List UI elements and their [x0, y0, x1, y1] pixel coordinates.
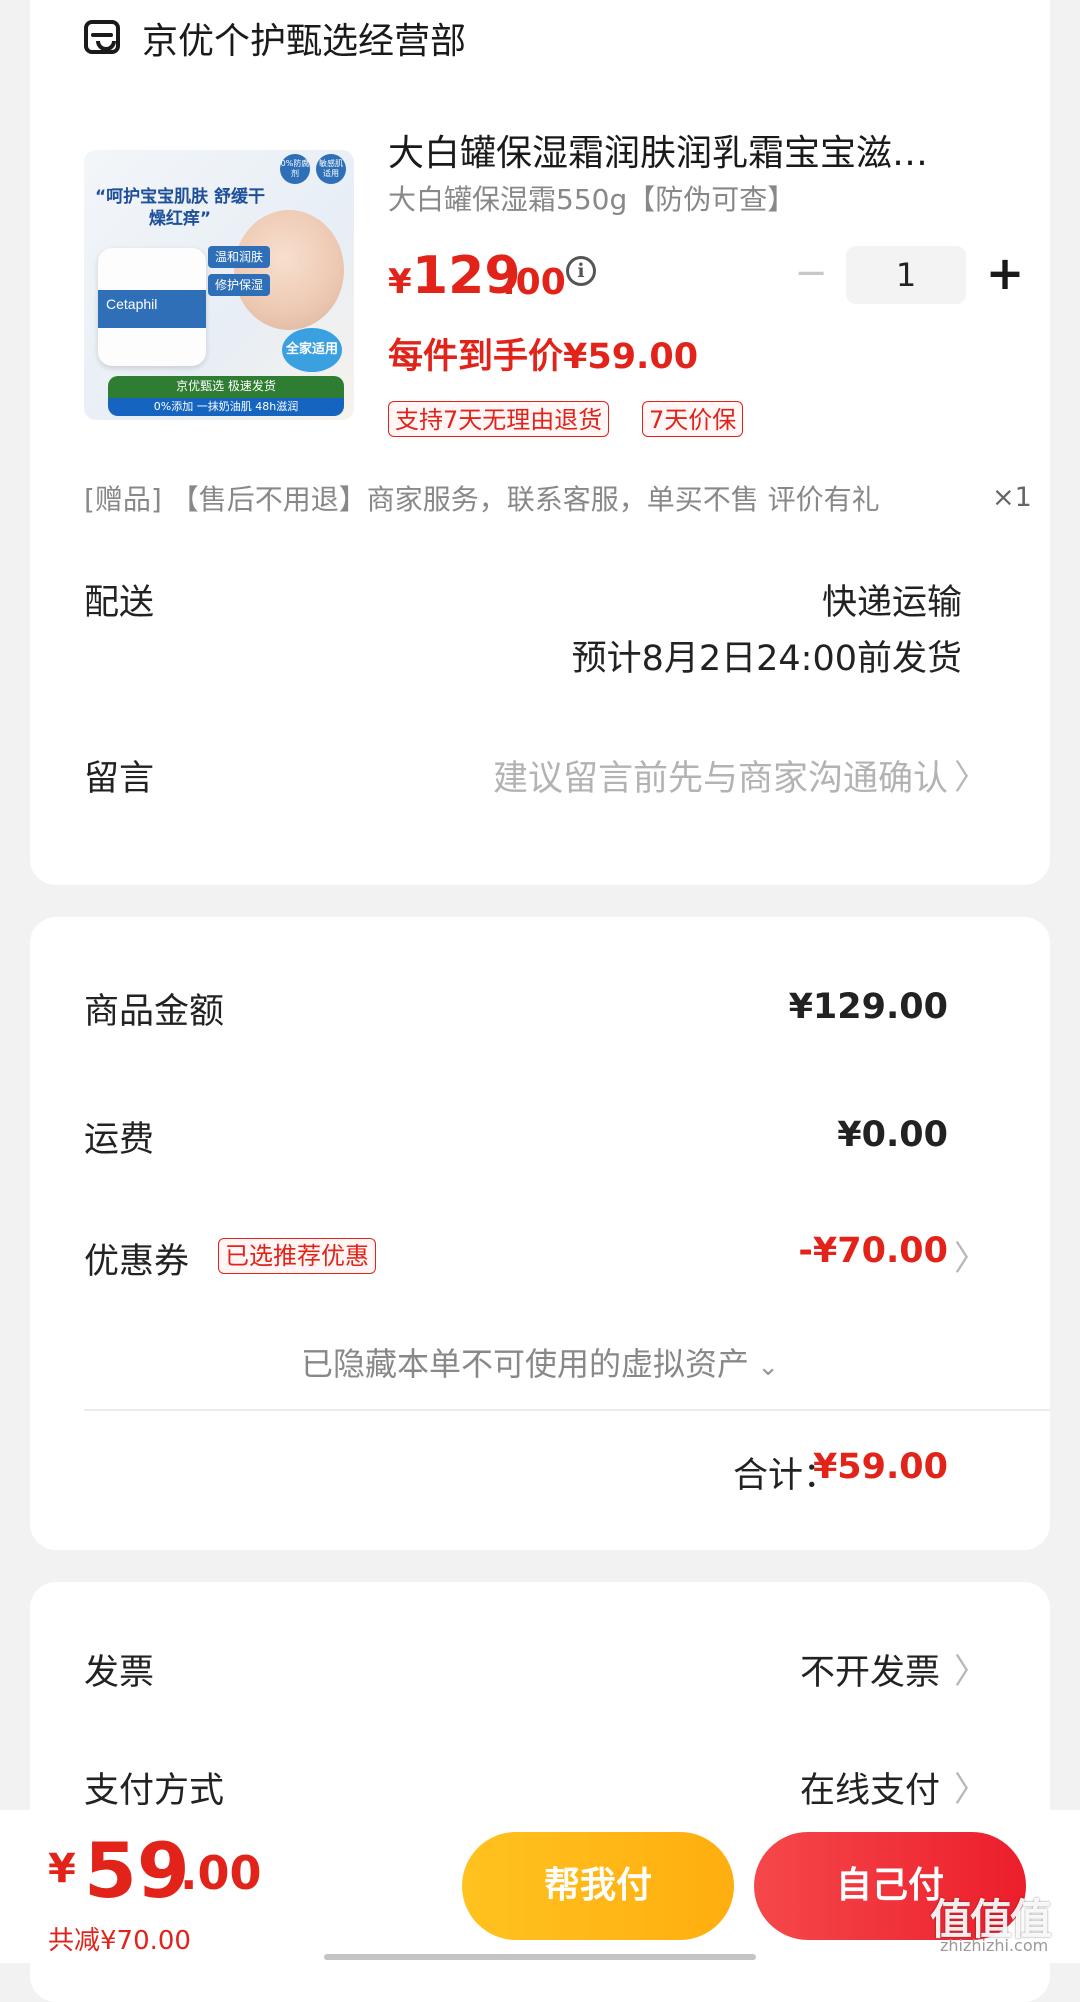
invoice-value[interactable]: 不开发票: [800, 1644, 940, 1695]
payment-method-value[interactable]: 在线支付: [800, 1762, 940, 1813]
image-mother-baby: [234, 210, 344, 330]
hidden-assets-toggle[interactable]: 已隐藏本单不可使用的虚拟资产 ⌄: [30, 1339, 1050, 1385]
coupon-value[interactable]: -¥70.00: [798, 1231, 948, 1271]
gift-quantity: ×1: [992, 482, 1032, 513]
delivery-label: 配送: [84, 583, 155, 623]
coupon-badge: 已选推荐优惠: [218, 1238, 376, 1274]
image-family-badge: 全家适用: [282, 328, 342, 372]
price-decimal: .00: [502, 262, 566, 303]
pay-for-me-button[interactable]: 帮我付: [462, 1832, 734, 1940]
checkout-bar: ¥ 59 .00 共减¥70.00 帮我付 自己付 值值值 zhizhizhi.…: [0, 1810, 1080, 1963]
chevron-right-icon[interactable]: 〉: [954, 1762, 988, 1811]
checkout-total-decimal: .00: [180, 1846, 262, 1900]
image-brand-logo: Cetaphil: [106, 296, 158, 312]
product-title[interactable]: 大白罐保湿霜润肤润乳霜宝宝滋…: [388, 124, 998, 176]
gift-item[interactable]: [赠品] 【售后不用退】商家服务，联系客服，单买不售 评价有礼: [84, 478, 880, 518]
divider: [84, 1409, 1050, 1411]
preservative-free-seal: 0%防腐剂: [280, 154, 310, 184]
checkout-total-integer: 59: [84, 1826, 190, 1915]
message-input[interactable]: 建议留言前先与商家沟通确认: [493, 750, 948, 801]
chevron-right-icon[interactable]: 〉: [954, 1644, 988, 1693]
delivery-eta: 预计8月2日24:00前发货: [571, 639, 962, 679]
goods-amount-label: 商品金额: [84, 992, 225, 1032]
payment-method-label: 支付方式: [84, 1771, 225, 1811]
goods-amount-value: ¥129.00: [788, 987, 948, 1027]
chevron-down-icon: ⌄: [748, 1352, 780, 1382]
shipping-value: ¥0.00: [837, 1115, 948, 1155]
delivery-method[interactable]: 快递运输: [822, 574, 962, 625]
sensitive-skin-seal: 敏感肌适用: [316, 154, 346, 184]
image-tag-moisturize: 温和润肤: [208, 246, 270, 268]
return-policy-tag: 支持7天无理由退货: [388, 401, 610, 437]
hidden-assets-text: 已隐藏本单不可使用的虚拟资产: [300, 1345, 749, 1383]
checkout-currency: ¥: [48, 1846, 76, 1892]
quantity-input[interactable]: 1: [846, 246, 966, 304]
checkout-saved[interactable]: 共减¥70.00: [48, 1920, 191, 1957]
chevron-right-icon[interactable]: 〉: [954, 1231, 988, 1280]
price-summary-card: 商品金额 ¥129.00 运费 ¥0.00 优惠券 已选推荐优惠 -¥70.00…: [30, 917, 1050, 1550]
watermark-url: zhizhizhi.com: [940, 1936, 1049, 1955]
shipping-label: 运费: [84, 1120, 155, 1160]
store-name[interactable]: 京优个护甄选经营部: [142, 12, 466, 64]
quantity-decrease-button[interactable]: −: [794, 253, 828, 293]
quantity-increase-button[interactable]: +: [982, 250, 1028, 296]
home-indicator: [324, 1954, 756, 1960]
unit-final-price: 每件到手价¥59.00: [388, 337, 699, 377]
image-headline: “呵护宝宝肌肤 舒缓干燥红痒”: [94, 187, 266, 229]
total-value: ¥59.00: [812, 1447, 948, 1487]
product-spec[interactable]: 大白罐保湿霜550g【防伪可查】: [388, 178, 795, 218]
info-icon[interactable]: i: [566, 256, 596, 286]
store-card: 京优个护甄选经营部 0%防腐剂 敏感肌适用 “呵护宝宝肌肤 舒缓干燥红痒” Ce…: [30, 0, 1050, 885]
invoice-label: 发票: [84, 1653, 155, 1693]
product-image[interactable]: 0%防腐剂 敏感肌适用 “呵护宝宝肌肤 舒缓干燥红痒” Cetaphil 温和润…: [84, 150, 354, 420]
price-symbol: ¥: [388, 262, 412, 302]
coupon-label: 优惠券: [84, 1242, 190, 1282]
store-icon: [84, 20, 120, 54]
image-banner-sub: 0%添加 一抹奶油肌 48h滋润: [108, 398, 344, 416]
message-label: 留言: [84, 759, 155, 799]
chevron-right-icon[interactable]: 〉: [954, 750, 988, 799]
image-tag-repair: 修护保湿: [208, 274, 270, 296]
price-protection-tag: 7天价保: [642, 401, 744, 437]
